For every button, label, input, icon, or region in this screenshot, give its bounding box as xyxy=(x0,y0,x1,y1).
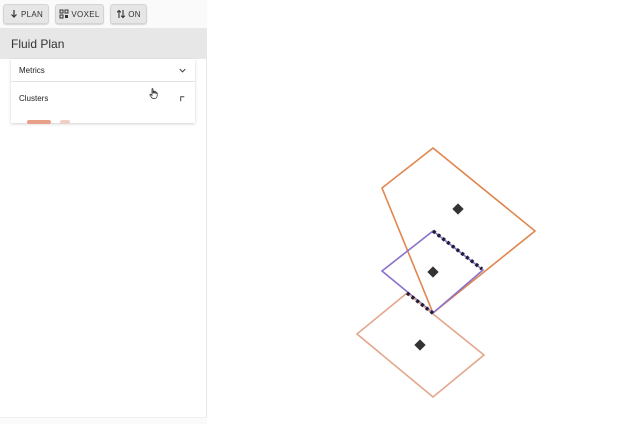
sidebar: PLAN VOXEL ON Fluid Plan Metrics Cluster… xyxy=(0,0,207,424)
plan-canvas[interactable] xyxy=(208,0,634,424)
accordion-card: Metrics Clusters xyxy=(11,59,195,124)
accordion-clusters-label: Clusters xyxy=(19,94,49,103)
toolbar: PLAN VOXEL ON xyxy=(0,0,207,28)
toggle-button[interactable]: ON xyxy=(110,4,147,24)
hand-cursor-icon xyxy=(149,88,158,99)
sidebar-footer xyxy=(0,417,207,424)
plan-button[interactable]: PLAN xyxy=(3,4,49,24)
node-top[interactable] xyxy=(452,203,464,215)
plan-button-label: PLAN xyxy=(20,9,44,19)
grid-icon xyxy=(59,9,69,19)
accordion-metrics-label: Metrics xyxy=(19,66,45,75)
swap-vertical-icon xyxy=(116,9,126,19)
corner-icon xyxy=(180,96,185,102)
arrow-down-icon xyxy=(11,10,17,18)
progress-chip-secondary xyxy=(60,120,70,124)
app-root: PLAN VOXEL ON Fluid Plan Metrics Cluster… xyxy=(0,0,634,424)
node-middle[interactable] xyxy=(427,266,439,278)
chevron-down-icon xyxy=(179,68,186,73)
voxel-button[interactable]: VOXEL xyxy=(55,4,104,24)
plan-drawing xyxy=(355,146,537,399)
accordion-clusters[interactable]: Clusters xyxy=(11,87,195,110)
toggle-button-label: ON xyxy=(128,9,141,19)
room-top[interactable] xyxy=(381,146,537,315)
node-bottom[interactable] xyxy=(414,339,426,351)
accordion-metrics[interactable]: Metrics xyxy=(11,59,195,82)
panel-title: Fluid Plan xyxy=(11,37,65,51)
progress-chip xyxy=(27,120,51,124)
panel-header: Fluid Plan xyxy=(0,28,207,59)
voxel-button-label: VOXEL xyxy=(71,9,100,19)
